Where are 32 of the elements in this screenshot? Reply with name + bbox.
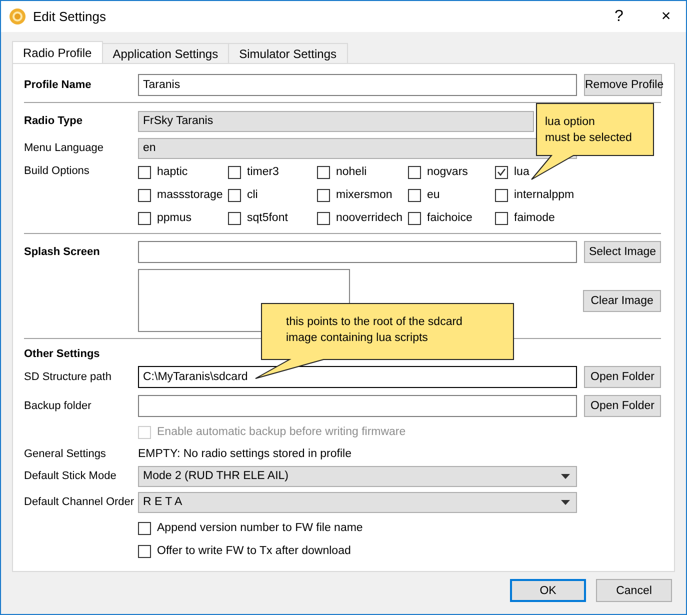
option-label: massstorage — [157, 189, 223, 201]
field-label: Menu Language — [24, 142, 105, 154]
option-label: internalppm — [514, 189, 574, 201]
option-label: sqt5font — [247, 212, 288, 224]
field-label: General Settings — [24, 448, 107, 460]
option-label: noheli — [336, 166, 367, 178]
field-label: SD Structure path — [24, 371, 112, 383]
option-label: haptic — [157, 166, 188, 178]
checkbox-label: Enable automatic backup before writing firmware — [157, 426, 406, 438]
field-label: Radio Type — [24, 115, 84, 127]
option-label: cli — [247, 189, 258, 201]
field-label: Profile Name — [24, 79, 92, 91]
option-label: ppmus — [157, 212, 192, 224]
general-settings-text: EMPTY: No radio settings stored in profile — [138, 448, 352, 460]
section-heading: Other Settings — [24, 348, 101, 360]
field-label: Backup folder — [24, 400, 92, 412]
window-title: Edit Settings — [33, 9, 107, 24]
option-label: timer3 — [247, 166, 279, 178]
option-label: eu — [427, 189, 440, 201]
checkbox-label: Append version number to FW file name — [157, 522, 363, 534]
callout-text: this points to the root of the sdcard image containing lua scripts — [286, 315, 462, 346]
option-label: faichoice — [427, 212, 472, 224]
field-label: Build Options — [24, 165, 90, 177]
field-label: Splash Screen — [24, 246, 101, 258]
field-label: Default Channel Order — [24, 496, 136, 508]
option-label: nooverridech — [336, 212, 402, 224]
option-label: faimode — [514, 212, 555, 224]
option-label: nogvars — [427, 166, 468, 178]
option-label: lua — [514, 166, 530, 178]
checkbox-label: Offer to write FW to Tx after download — [157, 545, 351, 557]
option-label: mixersmon — [336, 189, 392, 201]
field-label: Default Stick Mode — [24, 470, 118, 482]
